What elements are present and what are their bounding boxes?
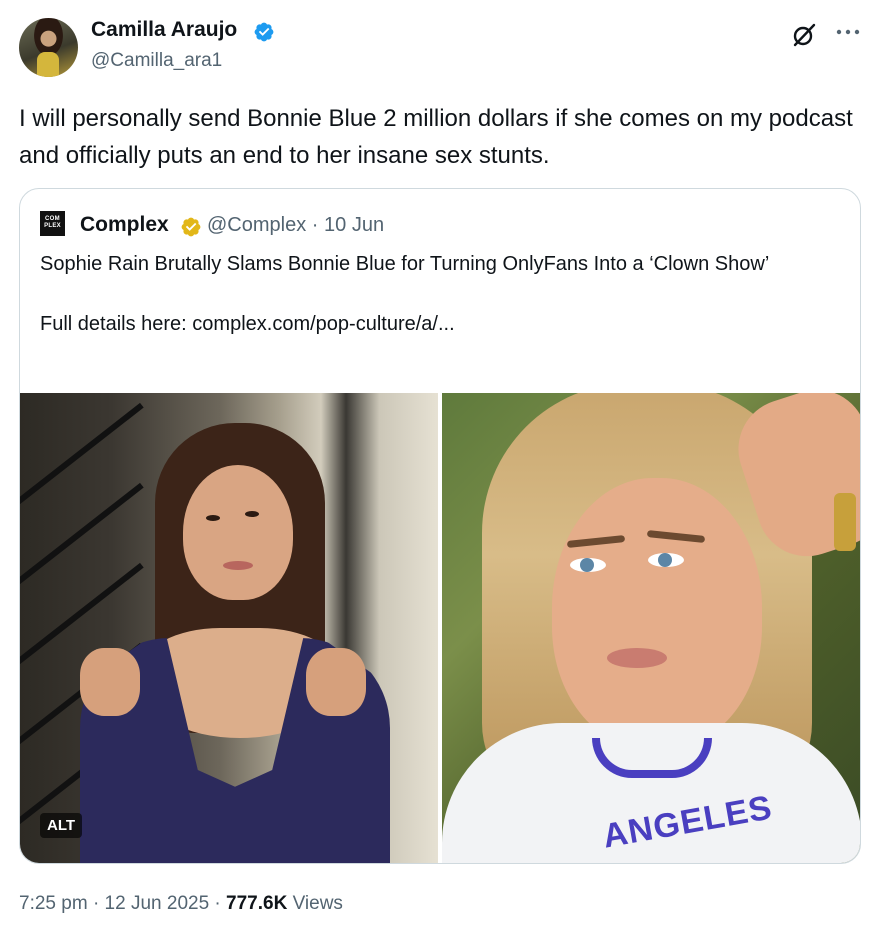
gold-verified-badge-icon (181, 217, 201, 237)
avatar-figure (37, 52, 59, 77)
views-label: Views (292, 893, 343, 914)
quote-separator: · (311, 214, 319, 236)
quote-headline: Sophie Rain Brutally Slams Bonnie Blue f… (40, 253, 770, 275)
views-count[interactable]: 777.6K (226, 893, 287, 914)
more-options-icon[interactable] (834, 22, 862, 42)
tweet-text: I will personally send Bonnie Blue 2 mil… (19, 105, 853, 169)
quote-media: ALT ANGELES (20, 393, 860, 863)
author-handle[interactable]: @Camilla_ara1 (91, 50, 222, 72)
grok-icon[interactable] (791, 22, 817, 48)
quote-link-line[interactable]: Full details here: complex.com/pop-cultu… (40, 309, 830, 339)
footer-separator: · (214, 893, 221, 914)
author-name[interactable]: Camilla Araujo (91, 18, 237, 42)
tweet-footer: 7:25 pm · 12 Jun 2025 · 777.6K Views (19, 893, 343, 915)
avatar[interactable] (19, 18, 78, 77)
footer-separator: · (92, 893, 100, 914)
quote-handle[interactable]: @Complex (207, 214, 306, 236)
tweet-time[interactable]: 7:25 pm (19, 893, 88, 914)
left-photo[interactable]: ALT (20, 393, 438, 863)
quote-meta: @Complex · 10 Jun (207, 214, 384, 237)
complex-logo[interactable]: COM PLEX (40, 211, 65, 236)
quote-author-name[interactable]: Complex (80, 213, 169, 237)
alt-text-button[interactable]: ALT (40, 813, 83, 838)
right-photo[interactable]: ANGELES (442, 393, 860, 863)
verified-badge-icon (254, 22, 274, 42)
quote-date[interactable]: 10 Jun (324, 214, 384, 236)
quoted-tweet[interactable]: COM PLEX Complex @Complex · 10 Jun Sophi… (19, 188, 861, 864)
tweet-date[interactable]: 12 Jun 2025 (105, 893, 210, 914)
quote-text: Sophie Rain Brutally Slams Bonnie Blue f… (40, 249, 830, 339)
